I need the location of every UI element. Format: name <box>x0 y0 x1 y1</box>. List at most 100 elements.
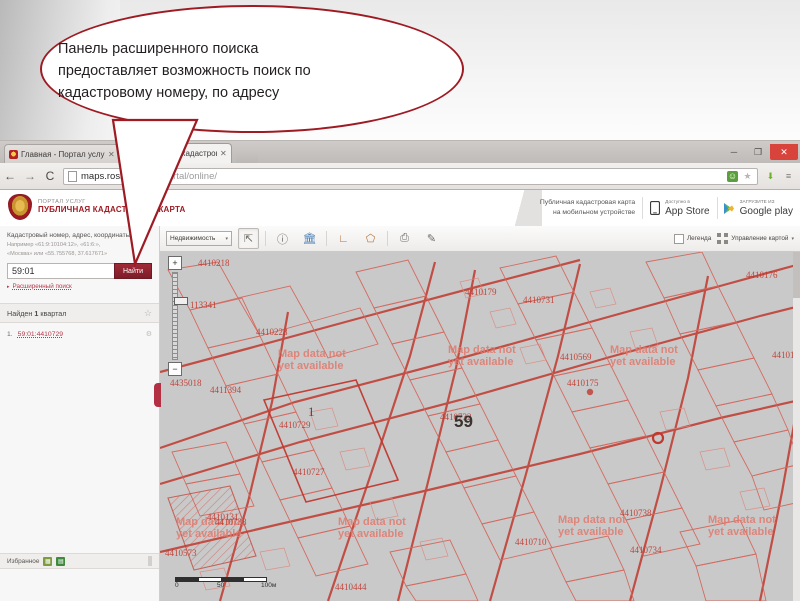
menu-icon[interactable]: ≡ <box>782 170 795 183</box>
favorites-label: Избранное <box>7 558 39 565</box>
grid-icon <box>717 233 728 244</box>
measure-area-tool[interactable]: ⬠ <box>360 228 381 249</box>
toolbar-divider <box>265 231 266 246</box>
toolbar-divider <box>387 231 388 246</box>
favorites-bar: Избранное ▦ ▤ <box>0 553 159 569</box>
selected-quarter-label: 59 <box>454 412 473 432</box>
toolbar-divider <box>326 231 327 246</box>
brand-block[interactable]: ПОРТАЛ УСЛУГ ПУБЛИЧНАЯ КАДАСТРОВАЯ КАРТА <box>8 194 186 220</box>
gosuslugi-crest-icon <box>9 150 18 159</box>
select-cursor-tool[interactable]: ⇱ <box>238 228 259 249</box>
app-store-badge[interactable]: Доступно в App Store <box>642 197 716 219</box>
close-icon[interactable]: ✕ <box>108 150 115 159</box>
map-quarter-label: 113341 <box>190 300 217 310</box>
close-icon[interactable]: ✕ <box>220 149 227 158</box>
zoom-slider-thumb[interactable] <box>174 297 188 305</box>
draw-tool[interactable]: ✎ <box>421 228 442 249</box>
export-excel-icon[interactable]: ▦ <box>43 557 52 566</box>
profile-icon[interactable]: ☺ <box>727 171 738 182</box>
minimize-button[interactable]: ─ <box>722 145 746 160</box>
legend-checkbox[interactable] <box>674 234 684 244</box>
zoom-in-button[interactable]: + <box>168 256 182 270</box>
map-vector-layer <box>160 252 800 601</box>
callout-line-1: Панель расширенного поиска <box>58 38 388 60</box>
chevron-down-icon: ▾ <box>791 236 794 242</box>
russian-coat-of-arms-icon <box>8 194 32 220</box>
zoom-out-button[interactable]: − <box>168 362 182 376</box>
result-cadastral-link[interactable]: 59:01:4410729 <box>18 331 141 338</box>
results-header: Найден 1 квартал ☆ <box>0 303 159 323</box>
web-page-content: ПОРТАЛ УСЛУГ ПУБЛИЧНАЯ КАДАСТРОВАЯ КАРТА… <box>0 190 800 601</box>
search-hint-example-1: Например «61:9:10104:12», «61:6:», <box>7 241 152 249</box>
browser-tab-strip: Главная - Портал услуг ✕ Публичная кадас… <box>0 141 800 163</box>
bookmark-star-icon[interactable]: ★ <box>742 171 753 182</box>
map-zoom-control[interactable]: + − <box>168 256 184 376</box>
url-text-secondary: rtal/online/ <box>173 171 217 182</box>
cadastral-map-canvas[interactable]: Map data not yet available Map data not … <box>160 252 800 601</box>
new-tab-button[interactable] <box>236 147 258 163</box>
tab-label: Главная - Портал услуг <box>21 150 105 159</box>
search-submit-button[interactable]: Найти <box>114 263 152 279</box>
zoom-slider-track[interactable] <box>172 272 178 360</box>
scale-start: 0 <box>175 582 179 589</box>
measure-length-tool[interactable]: ∟ <box>333 228 354 249</box>
extension-bar: ⬇ ≡ <box>764 170 800 183</box>
rosreestr-icon <box>127 149 136 158</box>
map-quarter-label: 4410729 <box>279 420 311 430</box>
search-input[interactable]: 59:01 <box>7 263 114 279</box>
gear-icon[interactable]: ⚙ <box>146 330 152 338</box>
chevron-down-icon: ▾ <box>225 236 228 242</box>
map-quarter-label: 4410444 <box>335 582 367 592</box>
callout-line-2: предоставляет возможность поиск по <box>58 60 388 82</box>
legend-checkbox-group[interactable]: Легенда <box>674 234 711 244</box>
object-type-value: Недвижимость <box>170 235 225 242</box>
sidebar-collapse-handle[interactable] <box>154 383 161 407</box>
browser-window: Главная - Портал услуг ✕ Публичная кадас… <box>0 140 800 601</box>
reload-icon[interactable]: C <box>40 169 60 183</box>
page-icon <box>68 171 77 182</box>
annotation-callout-text: Панель расширенного поиска предоставляет… <box>58 38 388 104</box>
info-parcel-tool[interactable]: ⓘ <box>272 228 293 249</box>
map-watermark: Map data not yet available <box>448 344 516 368</box>
back-icon[interactable]: ← <box>0 169 20 183</box>
chevron-right-icon: ▸ <box>7 284 10 290</box>
browser-tab-gosuslugi[interactable]: Главная - Портал услуг ✕ <box>4 144 120 163</box>
list-item[interactable]: 1. 59:01:4410729 ⚙ <box>7 330 152 338</box>
star-icon[interactable]: ☆ <box>144 308 152 319</box>
map-scrollbar-thumb[interactable] <box>793 252 800 298</box>
object-type-select[interactable]: Недвижимость ▾ <box>166 231 232 246</box>
map-quarter-label: 4435018 <box>170 378 202 388</box>
search-sidebar: Кадастровый номер, адрес, координаты Нап… <box>0 226 160 601</box>
window-controls: ─ ❐ ✕ <box>722 141 798 163</box>
scale-middle: 50 <box>217 582 224 589</box>
download-icon[interactable]: ⬇ <box>764 170 777 183</box>
promo-line-2: на мобильном устройстве <box>540 208 635 218</box>
building-tool[interactable]: 🏛 <box>299 228 320 249</box>
close-window-button[interactable]: ✕ <box>770 144 798 160</box>
map-scrollbar[interactable] <box>793 252 800 601</box>
map-quarter-label: 4410176 <box>746 270 778 280</box>
google-play-badge[interactable]: ЗАГРУЗИТЕ ИЗ Google play <box>717 197 800 219</box>
map-quarter-label: 4410734 <box>630 545 662 555</box>
url-text-primary: maps.rosreestr.ru/Po <box>81 171 169 182</box>
app-store-label: App Store <box>665 206 709 217</box>
map-toolbar: Недвижимость ▾ ⇱ ⓘ 🏛 ∟ ⬠ ⎙ ✎ Легенда Упр… <box>160 226 800 252</box>
advanced-search-link[interactable]: ▸ Расширенный поиск <box>7 283 152 290</box>
address-bar[interactable]: maps.rosreestr.ru/Po rtal/online/ ☺ ★ <box>63 168 758 185</box>
forward-icon[interactable]: → <box>20 169 40 183</box>
search-hint-title: Кадастровый номер, адрес, координаты <box>7 231 152 240</box>
search-row: 59:01 Найти <box>7 263 152 279</box>
favorites-scrollbar[interactable] <box>148 556 152 566</box>
map-watermark: Map data not yet available <box>278 348 346 372</box>
promo-line-1: Публичная кадастровая карта <box>540 198 635 208</box>
map-control-dropdown[interactable]: Управление картой ▾ <box>717 233 794 244</box>
maximize-button[interactable]: ❐ <box>746 145 770 160</box>
export-file-icon[interactable]: ▤ <box>56 557 65 566</box>
print-tool[interactable]: ⎙ <box>394 228 415 249</box>
map-quarter-label: 4410727 <box>293 467 325 477</box>
search-hint-example-2: «Москва» или «55.755768, 37.617671» <box>7 250 152 258</box>
browser-tab-pkk[interactable]: Публичная кадастровая ✕ <box>122 143 232 163</box>
mobile-app-promo: Публичная кадастровая карта на мобильном… <box>540 190 800 226</box>
results-list: 1. 59:01:4410729 ⚙ <box>0 323 159 338</box>
map-watermark: Map data not yet available <box>558 514 626 538</box>
